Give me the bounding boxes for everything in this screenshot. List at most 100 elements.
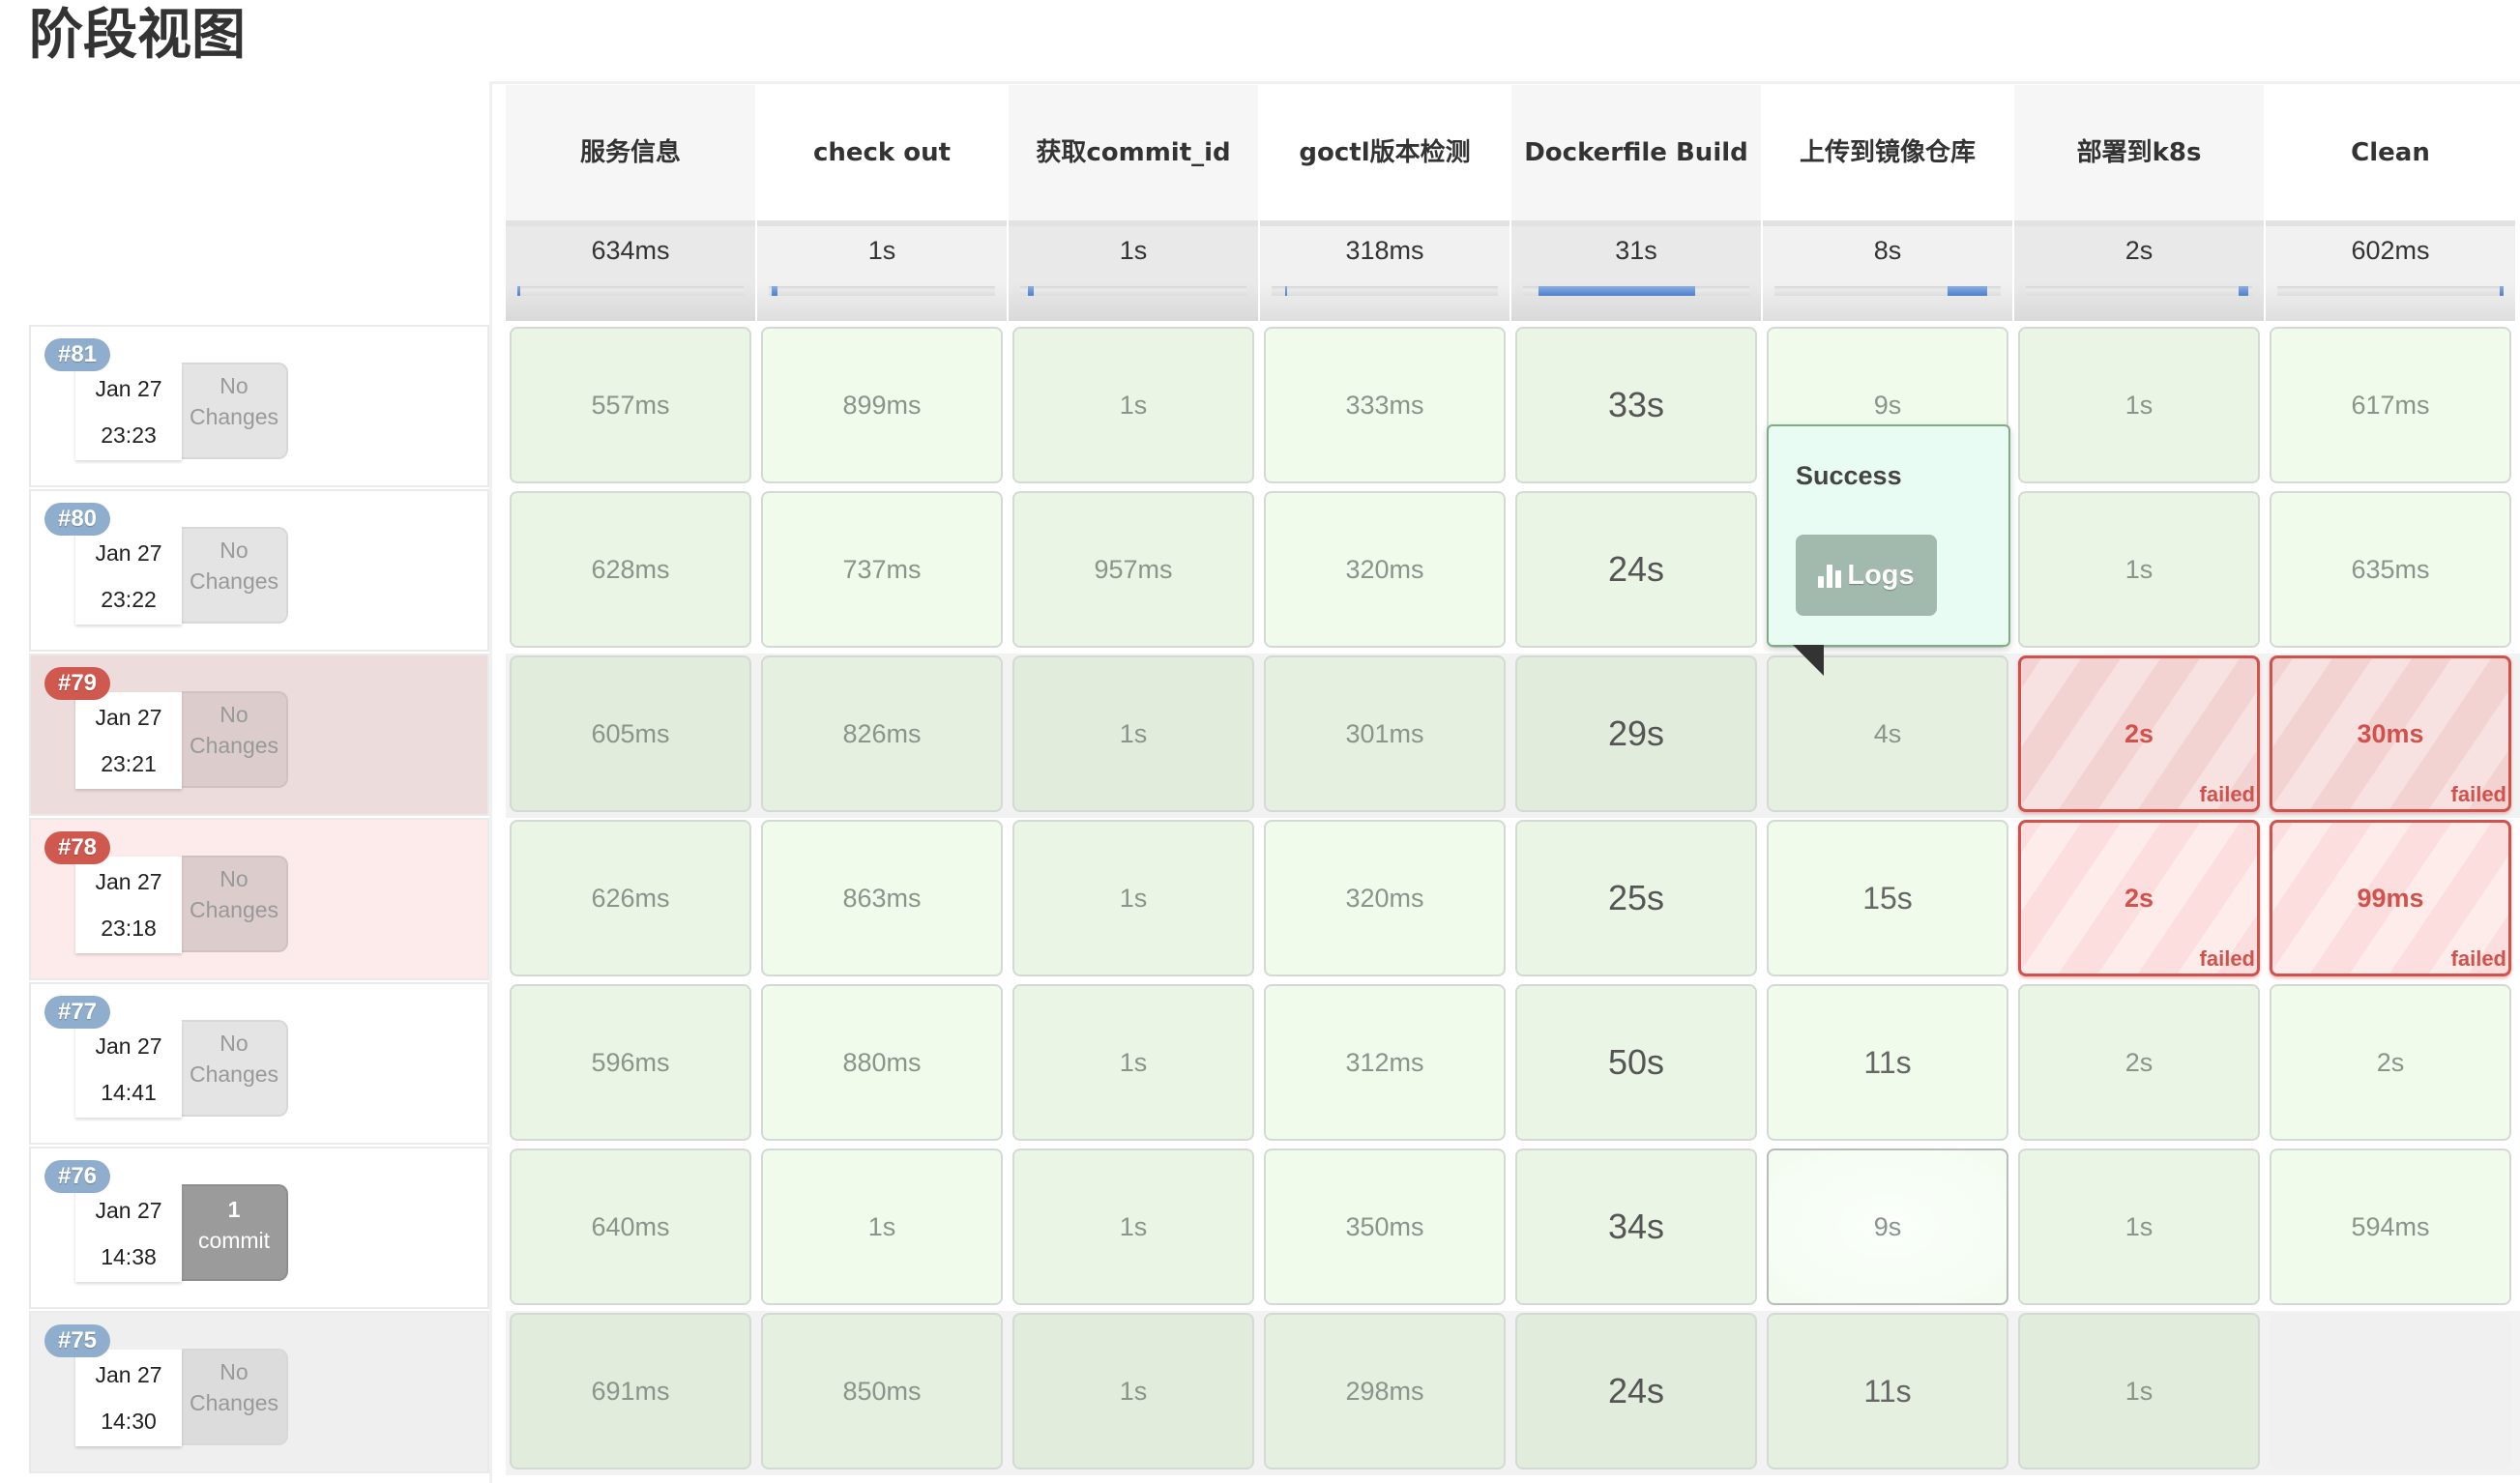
stage-cell-success[interactable]: 11s xyxy=(1767,984,2008,1141)
stage-cell-success[interactable]: 2s xyxy=(2018,984,2260,1141)
build-date: Jan 27 xyxy=(95,540,162,566)
stage-cell-success[interactable]: 737ms xyxy=(761,491,1003,648)
stage-timeline-segment xyxy=(2500,286,2504,296)
stage-cell-success[interactable]: 312ms xyxy=(1264,984,1506,1141)
build-date: Jan 27 xyxy=(95,705,162,730)
stage-cell-success[interactable]: 594ms xyxy=(2270,1149,2511,1305)
stage-cell-success[interactable]: 617ms xyxy=(2270,327,2511,483)
stage-header[interactable]: check out xyxy=(757,85,1007,220)
stage-cell-success[interactable]: 1s xyxy=(1012,655,1254,812)
build-date: Jan 27 xyxy=(95,1198,162,1223)
stage-header[interactable]: Dockerfile Build xyxy=(1511,85,1761,220)
build-number-badge[interactable]: #80 xyxy=(44,503,110,536)
stage-cell-failed[interactable]: 30ms failed xyxy=(2270,655,2511,812)
stage-cell-success[interactable]: 320ms xyxy=(1264,491,1506,648)
stage-cell-success[interactable]: 24s xyxy=(1515,491,1757,648)
stage-header[interactable]: 上传到镜像仓库 xyxy=(1763,85,2012,220)
build-row[interactable]: #77 Jan 27 14:41 No Changes xyxy=(29,982,489,1145)
stage-cell-success[interactable]: 605ms xyxy=(510,655,751,812)
stage-cell-success[interactable]: 320ms xyxy=(1264,820,1506,976)
stage-cell-success[interactable]: 11s xyxy=(1767,1313,2008,1469)
stage-cell-success[interactable]: 301ms xyxy=(1264,655,1506,812)
stage-cell-success[interactable]: 1s xyxy=(1012,820,1254,976)
stage-cell-success[interactable]: 15s xyxy=(1767,820,2008,976)
build-number-badge[interactable]: #79 xyxy=(44,667,110,700)
no-changes-label: No Changes xyxy=(182,363,288,459)
stage-header[interactable]: goctl版本检测 xyxy=(1260,85,1509,220)
stage-timeline-segment xyxy=(1285,286,1287,296)
stage-cell-success[interactable]: 29s xyxy=(1515,655,1757,812)
stage-cell-success[interactable]: 1s xyxy=(1012,1149,1254,1305)
stage-header[interactable]: Clean xyxy=(2266,85,2515,220)
stage-cell-success[interactable]: 850ms xyxy=(761,1313,1003,1469)
stage-cell-success[interactable]: 1s xyxy=(2018,491,2260,648)
logs-button[interactable]: Logs xyxy=(1796,535,1937,616)
stage-duration: 1s xyxy=(1119,390,1148,420)
no-changes-label: No Changes xyxy=(182,691,288,788)
build-number-badge[interactable]: #77 xyxy=(44,996,110,1029)
stage-cell-success[interactable]: 1s xyxy=(2018,327,2260,483)
stage-status-popover: Success Logs xyxy=(1767,424,2010,647)
stage-cell-success[interactable]: 333ms xyxy=(1264,327,1506,483)
stage-cell-success[interactable]: 9s xyxy=(1767,1149,2008,1305)
stage-cell-success[interactable]: 1s xyxy=(761,1149,1003,1305)
stage-cell-success[interactable]: 557ms xyxy=(510,327,751,483)
build-number-badge[interactable]: #78 xyxy=(44,831,110,864)
stage-duration: 594ms xyxy=(2351,1211,2430,1241)
stage-duration: 880ms xyxy=(842,1047,922,1077)
build-row[interactable]: #80 Jan 27 23:22 No Changes xyxy=(29,489,489,652)
stage-average-time: 31s xyxy=(1615,236,1657,265)
stage-duration: 1s xyxy=(1119,1211,1148,1241)
stage-cell-success[interactable]: 880ms xyxy=(761,984,1003,1141)
stage-cell-failed[interactable]: 2s failed xyxy=(2018,655,2260,812)
stage-cell-success[interactable]: 2s xyxy=(2270,984,2511,1141)
build-number-badge[interactable]: #75 xyxy=(44,1324,110,1357)
build-row[interactable]: #76 Jan 27 14:38 1 commit xyxy=(29,1147,489,1309)
stage-cell-success[interactable]: 826ms xyxy=(761,655,1003,812)
stage-cell-success[interactable]: 640ms xyxy=(510,1149,751,1305)
stage-cell-success[interactable]: 1s xyxy=(2018,1313,2260,1469)
stage-header[interactable]: 服务信息 xyxy=(506,85,755,220)
stage-cell-success[interactable]: 33s xyxy=(1515,327,1757,483)
stage-cell-success[interactable]: 626ms xyxy=(510,820,751,976)
stage-duration: 1s xyxy=(1119,718,1148,748)
stage-cell-success[interactable]: 50s xyxy=(1515,984,1757,1141)
stage-average-time: 2s xyxy=(2124,236,2154,265)
stage-header[interactable]: 部署到k8s xyxy=(2014,85,2264,220)
changes-commit-button[interactable]: 1 commit xyxy=(182,1184,288,1281)
stage-cell-success[interactable]: 34s xyxy=(1515,1149,1757,1305)
build-row[interactable]: #81 Jan 27 23:23 No Changes xyxy=(29,325,489,487)
stage-duration: 320ms xyxy=(1345,554,1424,584)
build-number-badge[interactable]: #81 xyxy=(44,338,110,371)
stage-cell-success[interactable]: 691ms xyxy=(510,1313,751,1469)
stage-cell-success[interactable]: 628ms xyxy=(510,491,751,648)
stage-cell-failed[interactable]: 99ms failed xyxy=(2270,820,2511,976)
stage-timeline-segment xyxy=(1538,286,1695,296)
build-row[interactable]: #75 Jan 27 14:30 No Changes xyxy=(29,1311,489,1473)
stage-header[interactable]: 获取commit_id xyxy=(1009,85,1258,220)
stage-cell-success[interactable]: 899ms xyxy=(761,327,1003,483)
stage-cell-success[interactable]: 25s xyxy=(1515,820,1757,976)
stage-duration: 350ms xyxy=(1345,1211,1424,1241)
stage-cell-success[interactable]: 24s xyxy=(1515,1313,1757,1469)
stage-cell-success[interactable]: 350ms xyxy=(1264,1149,1506,1305)
stage-cell-failed[interactable]: 2s failed xyxy=(2018,820,2260,976)
stage-cell-success[interactable]: 298ms xyxy=(1264,1313,1506,1469)
stage-average: 2s xyxy=(2014,220,2264,321)
stage-cell-success[interactable]: 863ms xyxy=(761,820,1003,976)
stage-timeline-bar xyxy=(2277,286,2504,296)
stage-cell-success[interactable]: 4s xyxy=(1767,655,2008,812)
build-number-badge[interactable]: #76 xyxy=(44,1160,110,1193)
stage-cell-success[interactable]: 635ms xyxy=(2270,491,2511,648)
build-row[interactable]: #78 Jan 27 23:18 No Changes xyxy=(29,818,489,980)
stage-duration: 24s xyxy=(1607,549,1665,589)
stage-duration: 11s xyxy=(1863,1373,1912,1409)
stage-cell-success[interactable]: 1s xyxy=(2018,1149,2260,1305)
stage-duration: 640ms xyxy=(591,1211,670,1241)
stage-cell-success[interactable]: 596ms xyxy=(510,984,751,1141)
stage-cell-success[interactable]: 957ms xyxy=(1012,491,1254,648)
stage-cell-success[interactable]: 1s xyxy=(1012,984,1254,1141)
stage-cell-success[interactable]: 1s xyxy=(1012,1313,1254,1469)
stage-cell-success[interactable]: 1s xyxy=(1012,327,1254,483)
build-row[interactable]: #79 Jan 27 23:21 No Changes xyxy=(29,654,489,816)
